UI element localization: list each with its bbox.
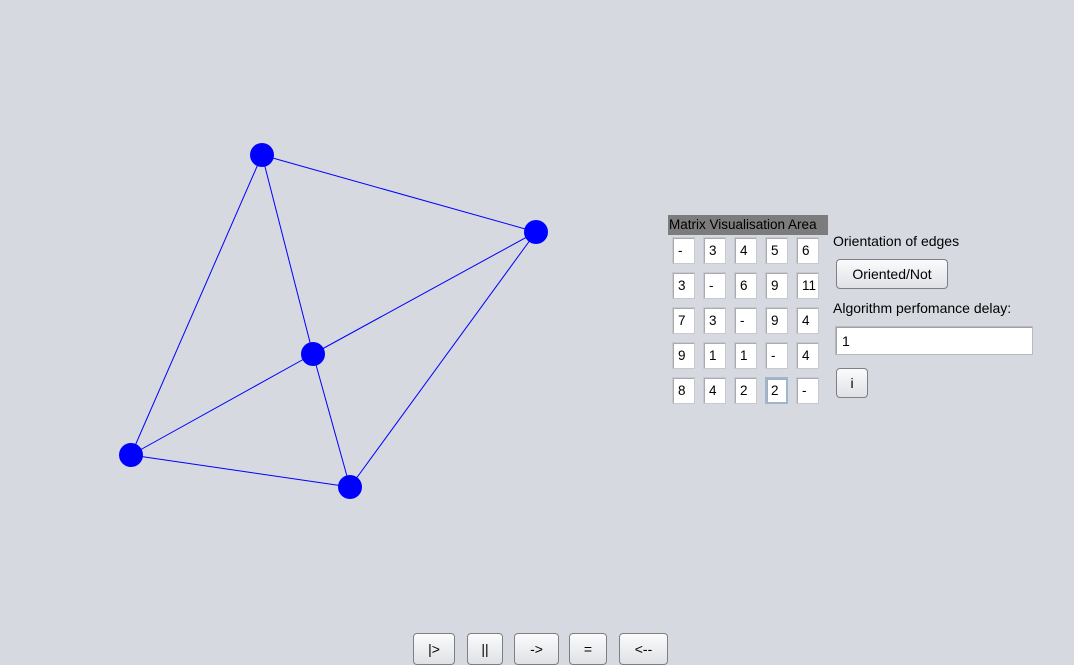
matrix-cell[interactable]: 8 <box>672 377 695 404</box>
step-forward-button[interactable]: -> <box>514 633 559 665</box>
matrix-cell[interactable]: 9 <box>765 307 788 334</box>
graph-edge <box>130 454 351 488</box>
graph-vertex[interactable] <box>119 443 143 467</box>
matrix-cell[interactable]: 4 <box>796 342 819 369</box>
matrix-cell[interactable]: - <box>703 272 726 299</box>
graph-vertex[interactable] <box>338 475 362 499</box>
delay-input[interactable] <box>835 326 1033 355</box>
matrix-cell[interactable]: 2 <box>734 377 757 404</box>
matrix-cell[interactable]: 6 <box>734 272 757 299</box>
info-button[interactable]: i <box>836 368 868 398</box>
matrix-cell[interactable]: 3 <box>672 272 695 299</box>
matrix-cell[interactable]: 4 <box>703 377 726 404</box>
step-back-button[interactable]: <-- <box>619 633 668 665</box>
matrix-cell[interactable]: 6 <box>796 237 819 264</box>
delay-label: Algorithm perfomance delay: <box>833 300 1012 316</box>
graph-edge <box>261 154 537 233</box>
graph-vertex[interactable] <box>524 220 548 244</box>
graph-edge <box>261 154 314 355</box>
matrix-cell[interactable]: 9 <box>765 272 788 299</box>
matrix-cell[interactable]: 7 <box>672 307 695 334</box>
matrix-cell[interactable]: 1 <box>734 342 757 369</box>
edges-layer <box>130 154 537 488</box>
graph-vertex[interactable] <box>250 143 274 167</box>
graph-edge <box>130 154 263 456</box>
graph-vertex[interactable] <box>301 342 325 366</box>
orientation-label: Orientation of edges <box>833 233 960 249</box>
graph-edge <box>312 231 537 355</box>
matrix-cell[interactable]: - <box>765 342 788 369</box>
graph-edge <box>130 353 314 456</box>
play-button[interactable]: |> <box>413 633 455 665</box>
matrix-cell[interactable]: 4 <box>796 307 819 334</box>
matrix-cell[interactable]: 3 <box>703 237 726 264</box>
matrix-panel: Matrix Visualisation Area -3 4 5 6 3-6 9 11 7 3-… <box>668 215 828 412</box>
matrix-cell[interactable]: 1 <box>703 342 726 369</box>
matrix-title: Matrix Visualisation Area <box>668 215 828 235</box>
oriented-toggle-button[interactable]: Oriented/Not <box>836 259 948 289</box>
matrix-cell[interactable]: 4 <box>734 237 757 264</box>
vertices-layer <box>119 143 548 499</box>
matrix-cell[interactable]: - <box>672 237 695 264</box>
matrix-cell[interactable]: 3 <box>703 307 726 334</box>
matrix-cell[interactable]: - <box>796 377 819 404</box>
matrix-cell[interactable]: 11 <box>796 272 819 299</box>
matrix-cell[interactable]: 5 <box>765 237 788 264</box>
graph-edge <box>349 231 537 488</box>
matrix-cell[interactable]: 9 <box>672 342 695 369</box>
equals-button[interactable]: = <box>569 633 607 665</box>
matrix-cell[interactable]: - <box>734 307 757 334</box>
pause-button[interactable]: || <box>467 633 503 665</box>
graph-edge <box>312 353 351 488</box>
matrix-cell[interactable]: 2 <box>765 377 788 404</box>
matrix-grid: -3 4 5 6 3-6 9 11 7 3-9 4 9 1 1-4 8 4 2 2- <box>668 237 828 412</box>
